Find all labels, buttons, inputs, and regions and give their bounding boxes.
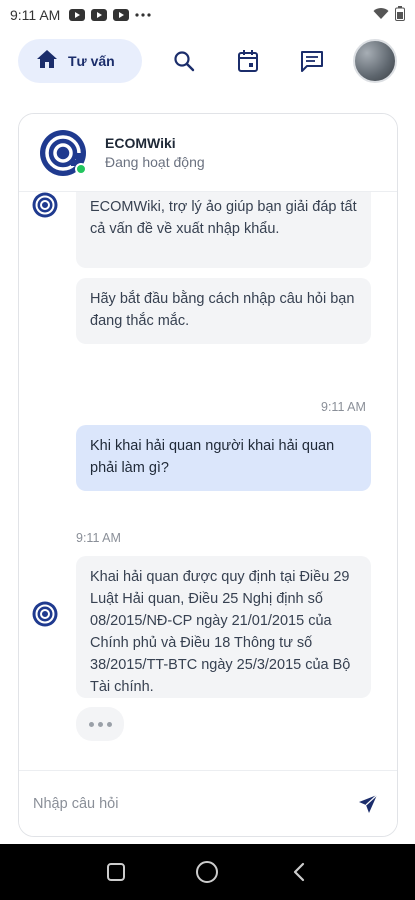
message-time: 9:11 AM [76,531,121,545]
user-message: Khi khai hải quan người khai hải quan ph… [76,425,371,491]
message-icon [301,51,323,72]
composer [19,770,397,836]
status-right [373,6,405,24]
bot-message: Hãy bắt đầu bằng cách nhập câu hỏi bạn đ… [76,278,371,344]
typing-dot [106,721,112,727]
bot-message: Khai hải quan được quy định tại Điều 29 … [76,556,371,698]
question-input[interactable] [33,795,353,812]
status-bar: 9:11 AM [0,0,415,30]
bot-name: ECOMWiki [105,135,176,151]
back-button[interactable] [279,852,319,892]
messages-button[interactable] [290,39,334,83]
back-icon [294,862,305,882]
search-icon [174,51,195,72]
typing-indicator [76,707,124,741]
youtube-icon [112,8,130,22]
bot-avatar [39,129,87,177]
send-button[interactable] [353,789,383,819]
tab-consult-label: Tư vấn [68,53,115,69]
system-nav-bar [0,844,415,900]
chat-header: ECOMWiki Đang hoạt động [19,114,397,192]
home-icon [36,49,58,74]
bot-small-avatar-icon [32,192,58,218]
message-list: ECOMWiki, trợ lý ảo giúp bạn giải đáp tấ… [19,192,397,772]
status-time: 9:11 AM [10,7,61,23]
wifi-icon [373,7,389,23]
tab-consult[interactable]: Tư vấn [18,39,142,83]
home-button[interactable] [187,852,227,892]
youtube-icon [68,8,86,22]
more-notifications-icon [134,8,152,22]
avatar[interactable] [353,39,397,83]
chat-panel: ECOMWiki Đang hoạt động ECOMWiki, trợ lý… [18,113,398,837]
typing-dot [88,721,94,727]
circle-home-icon [196,861,219,883]
recents-button[interactable] [96,852,136,892]
bot-small-avatar-icon [32,601,58,627]
youtube-icon [90,8,108,22]
typing-dot [97,721,103,727]
bot-status: Đang hoạt động [105,154,205,170]
online-indicator [75,162,87,175]
bot-info: ECOMWiki Đang hoạt động [105,135,205,170]
search-button[interactable] [162,39,206,83]
recents-icon [106,863,125,881]
calendar-icon [238,50,258,72]
notification-icons [68,8,152,22]
bot-message: ECOMWiki, trợ lý ảo giúp bạn giải đáp tấ… [76,192,371,268]
send-icon [359,794,378,813]
calendar-button[interactable] [226,39,270,83]
nav-icons [162,39,334,83]
message-time: 9:11 AM [321,400,366,414]
battery-icon [395,6,405,24]
top-nav: Tư vấn [18,38,397,84]
